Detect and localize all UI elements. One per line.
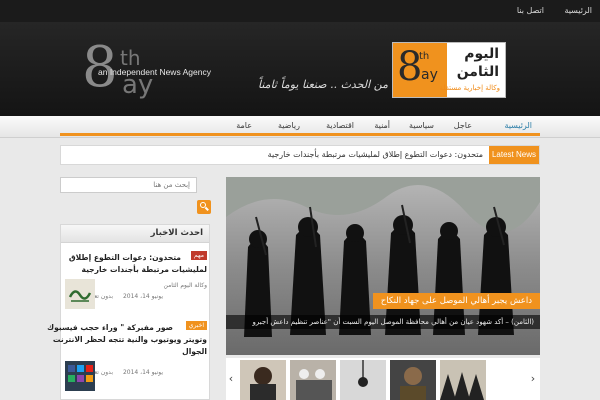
site-logo[interactable]: 8 th ay an Independent News Agency — [78, 36, 248, 106]
header-slogan: من الحدث .. صنعنا يوماً ثامناً — [258, 78, 388, 91]
top-link-home[interactable]: الرئيسية — [564, 6, 592, 15]
side-date: يونيو 14، 2014 — [122, 293, 163, 300]
brand-line-1: اليوم — [464, 46, 499, 62]
brand-line-3: وكالة إخبارية مستقلة — [439, 84, 501, 92]
search-icon-handle — [205, 206, 209, 211]
nav-item-urgent[interactable]: عاجل — [454, 121, 472, 130]
ticker-headline[interactable]: متحدون: دعوات التطوع إطلاق لمليشيات مرتب… — [268, 150, 483, 159]
carousel-thumb[interactable] — [390, 360, 436, 400]
brand-line-2: الثامن — [456, 64, 499, 80]
featured-slider[interactable]: داعش يجبر أهالي الموصل على جهاد النكاح (… — [226, 177, 540, 355]
top-link-contact[interactable]: اتصل بنا — [517, 6, 544, 15]
widget-title: احدث الاخبار — [150, 228, 203, 238]
carousel-next-button[interactable]: › — [528, 372, 538, 386]
side-badge: اخبري — [185, 321, 207, 330]
top-bar: الرئيسية اتصل بنا — [0, 0, 600, 22]
nav-underline — [60, 133, 540, 136]
side-title-line-1[interactable]: صور مفبركة " وراء حجب فيسبوك — [47, 322, 173, 334]
thumbnail-image[interactable] — [65, 279, 95, 309]
nav-item-security[interactable]: أمنية — [374, 121, 390, 130]
nav-item-sports[interactable]: رياضية — [278, 121, 300, 130]
logo-tagline: an Independent News Agency — [98, 67, 211, 77]
carousel-prev-button[interactable]: ‹ — [226, 372, 236, 386]
side-badge: مهم — [191, 251, 207, 260]
featured-title[interactable]: داعش يجبر أهالي الموصل على جهاد النكاح — [372, 293, 540, 309]
widget-header: احدث الاخبار — [61, 225, 209, 243]
featured-excerpt: (الثامن) – أكد شهود عيان من أهالي محافظة… — [226, 315, 540, 329]
thumbnail-carousel: ‹ › — [226, 358, 540, 400]
brand-sub: ay — [421, 67, 438, 83]
side-title-line-1[interactable]: متحدون: دعوات التطوع إطلاق — [69, 252, 181, 264]
site-header: 8 th ay an Independent News Agency من ال… — [0, 22, 600, 116]
carousel-thumb[interactable] — [240, 360, 286, 400]
side-author: وكالة اليوم الثامن — [163, 282, 207, 289]
carousel-thumb[interactable] — [340, 360, 386, 400]
nav-item-economy[interactable]: اقتصادية — [326, 121, 354, 130]
nav-item-home[interactable]: الرئيسية — [504, 121, 532, 130]
side-title-line-2[interactable]: لمليشيات مرتبطة بأجندات خارجية — [81, 264, 207, 276]
list-item[interactable]: اخبري صور مفبركة " وراء حجب فيسبوك وتويت… — [47, 321, 207, 399]
thumbnail-image[interactable] — [65, 361, 95, 391]
ticker-label: Latest News — [489, 146, 539, 164]
nav-item-politics[interactable]: سياسية — [409, 121, 434, 130]
latest-news-widget: احدث الاخبار مهم متحدون: دعوات التطوع إط… — [47, 224, 210, 400]
carousel-thumb[interactable] — [440, 360, 486, 400]
search-input[interactable] — [60, 177, 197, 193]
list-item[interactable]: مهم متحدون: دعوات التطوع إطلاق لمليشيات … — [65, 251, 207, 313]
news-ticker: Latest News متحدون: دعوات التطوع إطلاق ل… — [60, 145, 540, 165]
side-date: يونيو 14، 2014 — [122, 369, 163, 376]
side-title-line-3[interactable]: الجوال — [182, 346, 207, 358]
brand-logo[interactable]: 8 th ay اليوم الثامن وكالة إخبارية مستقل… — [392, 42, 506, 98]
search-button[interactable] — [197, 200, 211, 214]
brand-sup: th — [419, 51, 430, 62]
side-title-line-2[interactable]: وتويتر ويوتيوب والنية تتجه لحظر الانترنت — [53, 334, 207, 346]
nav-item-general[interactable]: عامة — [236, 121, 252, 130]
carousel-thumb[interactable] — [290, 360, 336, 400]
